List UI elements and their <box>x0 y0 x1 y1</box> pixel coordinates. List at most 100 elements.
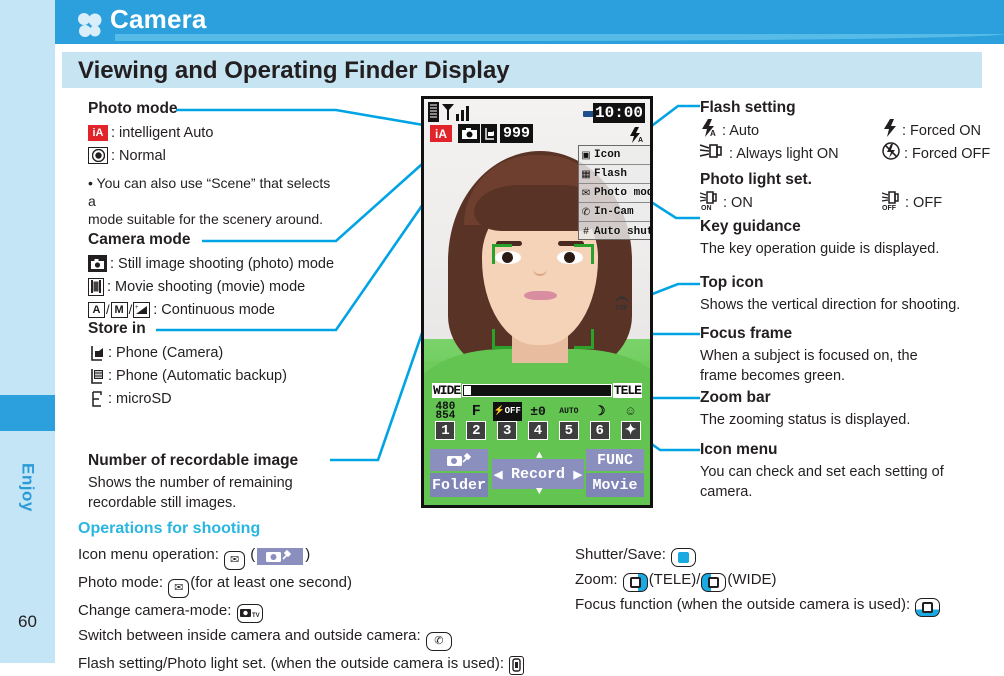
status-icons-group <box>428 102 469 122</box>
icon-menu-number[interactable]: 1 <box>435 421 456 440</box>
photo-light-off-label: : OFF <box>905 194 943 211</box>
photo-light-off: OFF : OFF <box>881 190 943 214</box>
key-guidance-row: ▦ Flash <box>579 165 650 184</box>
call-key-icon[interactable]: ✆ <box>425 632 452 651</box>
camera-mode-item-1: : Movie shooting (movie) mode <box>88 275 334 298</box>
flash-setting-block: Flash setting A : Auto : Always light ON <box>699 99 990 165</box>
clover-icon <box>78 13 102 37</box>
icon-menu-item[interactable]: ☺ ✦ <box>616 402 645 448</box>
operation-label: Icon menu operation: <box>78 546 224 563</box>
zoom-bar-heading: Zoom bar <box>700 389 771 406</box>
softkey-func[interactable]: FUNC <box>586 449 644 471</box>
top-icon-indicator: TOP <box>611 294 633 314</box>
photo-mode-item-1: : Normal <box>88 144 338 167</box>
focus-frame <box>492 244 594 349</box>
operation-label: Shutter/Save: <box>575 546 671 563</box>
icon-menu-item[interactable]: AUTO 5 <box>554 402 583 448</box>
center-key-icon[interactable] <box>671 548 697 567</box>
icon-menu-item[interactable]: ±0 4 <box>524 402 553 448</box>
icon-menu-number[interactable]: ✦ <box>620 421 641 440</box>
operation-focus-function: Focus function (when the outside camera … <box>575 592 941 617</box>
camera-tv-key-icon[interactable]: TV <box>236 603 263 623</box>
scene-icon: ☽ <box>593 404 606 419</box>
icon-menu-block: Icon menu You can check and set each set… <box>700 441 944 502</box>
key-guidance-row: ✉ Photo mode <box>579 184 650 203</box>
camera-mode-indicator <box>458 124 480 143</box>
header-swoosh <box>115 34 1004 41</box>
photo-light-block: Photo light set. ON : ON OFF : OFF <box>699 171 943 214</box>
store-in-item-1-label: : Phone (Automatic backup) <box>108 367 287 384</box>
icon-menu-number[interactable]: 2 <box>466 421 487 440</box>
svg-text:TOP: TOP <box>615 305 628 312</box>
focus-frame-body-1: When a subject is focused on, the <box>700 348 918 364</box>
hash-key-icon: # <box>583 226 589 237</box>
zoom-bar-track[interactable] <box>462 384 612 397</box>
key-guidance-heading: Key guidance <box>700 218 801 235</box>
icon-menu[interactable]: 480 854 1 F 2 ⚡OFF 3 ±0 4 AUTO 5 ☽ 6 ☺ ✦ <box>431 401 645 448</box>
operation-mid: ( <box>246 546 256 563</box>
store-in-item-2: : microSD <box>88 387 287 410</box>
store-in-block: Store in : Phone (Camera) : Phone (Autom… <box>88 320 287 410</box>
flash-setting-heading: Flash setting <box>700 99 796 116</box>
camera-settings-icon[interactable] <box>430 449 488 471</box>
page-header: Camera <box>55 0 1004 44</box>
key-guidance-row: ▣ Icon <box>579 146 650 165</box>
left-key-icon[interactable] <box>701 573 727 592</box>
icon-menu-item[interactable]: ⚡OFF 3 <box>492 402 522 448</box>
operation-switch-camera: Switch between inside camera and outside… <box>78 623 525 651</box>
flash-indicator-icon: A <box>628 127 644 144</box>
camera-mode-heading: Camera mode <box>88 231 191 248</box>
phone-finder-screen: 10:00 iA 999 A ▣ Icon ▦ Flash ✉ Photo mo… <box>421 96 653 508</box>
mail-key-icon[interactable]: ✉ <box>168 579 190 598</box>
icon-menu-number[interactable]: 5 <box>558 421 579 440</box>
icon-menu-key-icon: ▣ <box>581 149 591 161</box>
zoom-bar-thumb[interactable] <box>464 386 472 395</box>
recordable-count: 999 <box>500 124 534 143</box>
photo-mode-block: Photo mode iA : intelligent Auto : Norma… <box>88 100 338 228</box>
zoom-bar-body: The zooming status is displayed. <box>700 412 911 428</box>
icon-menu-body-2: camera. <box>700 484 753 500</box>
icon-menu-number[interactable]: 4 <box>528 421 548 440</box>
zoom-bar-block: Zoom bar The zooming status is displayed… <box>700 389 910 430</box>
operation-label: Zoom: <box>575 571 622 588</box>
key-guidance-row: ✆ In-Cam <box>579 203 650 222</box>
recordable-heading: Number of recordable image <box>88 452 299 469</box>
icon-menu-item[interactable]: ☽ 6 <box>585 402 614 448</box>
side-key-icon[interactable] <box>509 655 525 675</box>
section-heading-text: Viewing and Operating Finder Display <box>78 57 510 84</box>
right-key-icon[interactable] <box>622 573 648 592</box>
normal-mode-icon <box>88 147 108 164</box>
softkey-record[interactable]: ▲ ◀ Record ▶ ▼ <box>492 450 584 498</box>
key-guidance-label: In-Cam <box>594 206 634 218</box>
icon-menu-item[interactable]: 480 854 1 <box>431 401 460 448</box>
zoom-bar[interactable]: WIDE TELE <box>432 382 642 399</box>
operation-label: Change camera-mode: <box>78 602 236 619</box>
chapter-label: Enjoy <box>18 462 38 512</box>
quality-icon: F <box>471 403 481 420</box>
down-key-icon[interactable] <box>915 598 941 617</box>
camera-mode-item-2-label: : Continuous mode <box>153 301 275 318</box>
key-guidance-label: Flash <box>594 168 628 180</box>
mail-key-icon[interactable]: ✉ <box>224 551 246 570</box>
soft-key-bar: Folder FUNC Movie ▲ ◀ Record ▶ ▼ <box>424 447 650 505</box>
operation-photo-mode: Photo mode: ✉ (for at least one second) <box>78 570 525 598</box>
icon-menu-number[interactable]: 3 <box>497 421 518 440</box>
camera-mode-block: Camera mode : Still image shooting (phot… <box>88 231 334 321</box>
top-icon-heading: Top icon <box>700 274 764 291</box>
zoom-tele-label: TELE <box>612 383 642 398</box>
icon-menu-item[interactable]: F 2 <box>462 402 491 448</box>
softkey-movie[interactable]: Movie <box>586 473 644 497</box>
movie-camera-icon <box>88 277 104 296</box>
operation-icon-menu: Icon menu operation: ✉ ( ) <box>78 542 525 570</box>
flash-item-forced-on-label: : Forced ON <box>902 122 981 139</box>
icon-menu-number[interactable]: 6 <box>589 421 610 440</box>
top-icon-block: Top icon Shows the vertical direction fo… <box>700 274 960 315</box>
flash-key-icon: ▦ <box>581 168 591 180</box>
arrow-up-icon: ▲ <box>536 450 543 462</box>
operation-after: (WIDE) <box>727 571 777 588</box>
flash-off-icon: ⚡OFF <box>492 402 522 421</box>
softkey-folder[interactable]: Folder <box>430 473 488 497</box>
operation-label: Photo mode: <box>78 574 168 591</box>
softkey-record-label: Record <box>510 465 565 483</box>
svg-text:ON: ON <box>701 205 712 210</box>
